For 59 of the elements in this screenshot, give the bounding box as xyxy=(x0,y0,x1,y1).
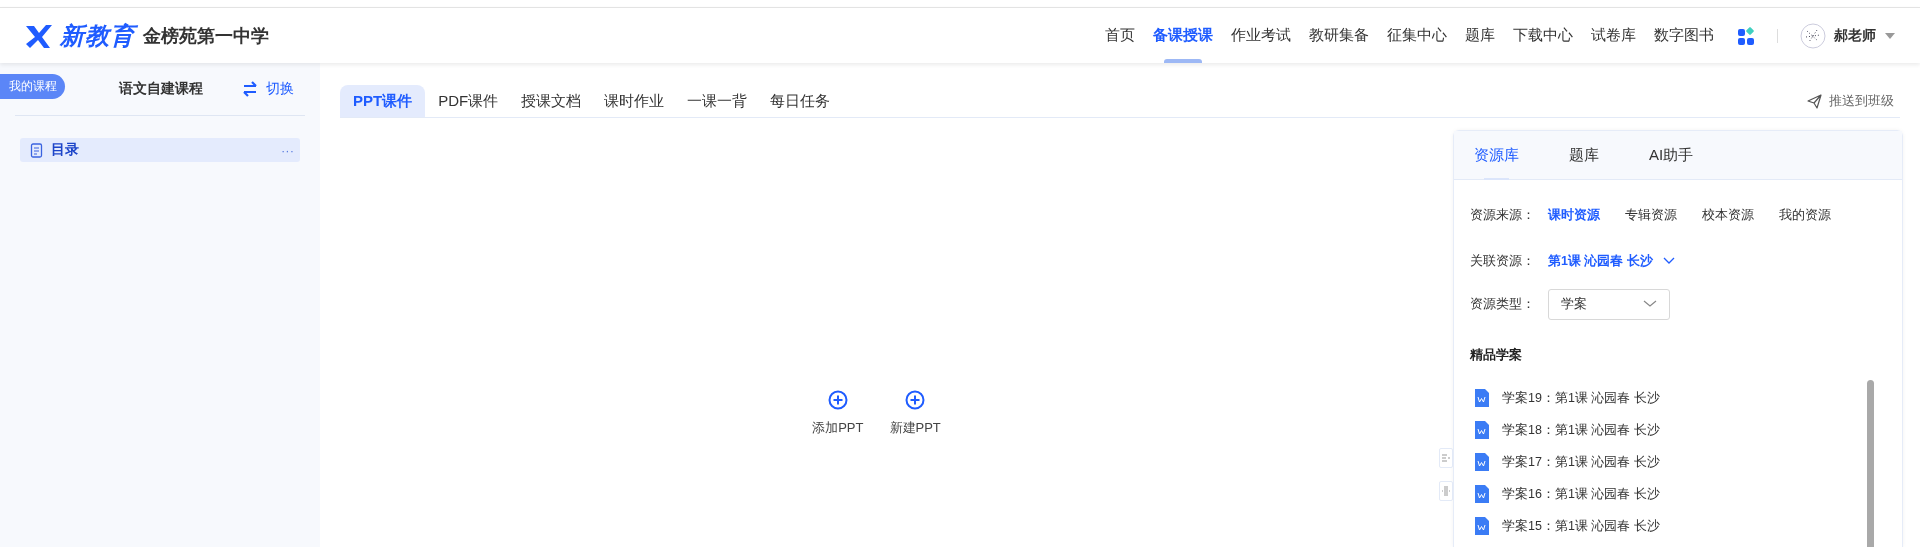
source-option[interactable]: 校本资源 xyxy=(1702,206,1754,224)
avatar-icon[interactable] xyxy=(1800,22,1826,49)
switch-button[interactable]: 切换 xyxy=(236,79,300,99)
nav-link[interactable]: 备课授课 xyxy=(1144,8,1222,63)
content-tab[interactable]: 授课文档 xyxy=(511,85,592,117)
content-tab[interactable]: PDF课件 xyxy=(428,85,509,117)
add-ppt-button[interactable]: 新建PPT xyxy=(889,390,941,438)
resource-item[interactable]: 学案18：第1课 沁园春 长沙 xyxy=(1470,414,1902,446)
content-tab[interactable]: PPT课件 xyxy=(340,85,426,117)
apps-icon[interactable] xyxy=(1737,25,1755,46)
panel-tab[interactable]: AI助手 xyxy=(1649,131,1694,179)
nav-link[interactable]: 数字图书 xyxy=(1645,8,1723,63)
related-lesson-dropdown[interactable]: 第1课 沁园春 长沙 xyxy=(1548,252,1675,270)
source-option[interactable]: 我的资源 xyxy=(1779,206,1831,224)
field-label: 资源来源： xyxy=(1470,206,1536,224)
source-option[interactable]: 课时资源 xyxy=(1548,206,1600,224)
panel-tab[interactable]: 题库 xyxy=(1569,131,1599,179)
resource-item[interactable]: 学案17：第1课 沁园春 长沙 xyxy=(1470,446,1902,478)
panel-tab[interactable]: 资源库 xyxy=(1474,131,1519,179)
chevron-down-icon xyxy=(1662,257,1675,265)
push-to-class-button[interactable]: 推送到班级 xyxy=(1801,91,1900,111)
plus-circle-icon xyxy=(827,390,848,410)
nav-link[interactable]: 教研集备 xyxy=(1300,8,1378,63)
school-name: 金榜苑第一中学 xyxy=(143,24,269,48)
field-label: 关联资源： xyxy=(1470,252,1536,270)
section-title: 精品学案 xyxy=(1470,346,1523,364)
nav-link[interactable]: 题库 xyxy=(1456,8,1504,63)
send-icon xyxy=(1807,93,1822,109)
chevron-down-icon xyxy=(1643,300,1657,308)
nav-link[interactable]: 作业考试 xyxy=(1222,8,1300,63)
word-file-icon xyxy=(1474,453,1490,471)
word-file-icon xyxy=(1474,517,1490,535)
word-file-icon xyxy=(1474,421,1490,439)
add-ppt-button[interactable]: 添加PPT xyxy=(812,390,864,438)
nav-link[interactable]: 首页 xyxy=(1096,8,1144,63)
field-label: 资源类型： xyxy=(1470,295,1536,313)
catalog-item[interactable]: 目录 ··· xyxy=(20,138,300,162)
nav-link[interactable]: 征集中心 xyxy=(1378,8,1456,63)
nav-link[interactable]: 试卷库 xyxy=(1582,8,1645,63)
content-tab[interactable]: 每日任务 xyxy=(760,85,841,117)
nav-link[interactable]: 下载中心 xyxy=(1504,8,1582,63)
source-option[interactable]: 专辑资源 xyxy=(1625,206,1677,224)
align-tool-icon[interactable] xyxy=(1439,448,1453,468)
content-tab[interactable]: 课时作业 xyxy=(594,85,675,117)
resource-item[interactable]: 学案15：第1课 沁园春 长沙 xyxy=(1470,510,1902,542)
plus-circle-icon xyxy=(905,390,926,410)
type-select[interactable]: 学案 xyxy=(1548,288,1670,320)
catalog-label: 目录 xyxy=(51,141,80,159)
resource-item[interactable]: 学案19：第1课 沁园春 长沙 xyxy=(1470,382,1902,414)
split-tool-icon[interactable] xyxy=(1439,481,1453,501)
swap-icon xyxy=(242,81,258,97)
course-title: 语文自建课程 xyxy=(119,80,204,98)
word-file-icon xyxy=(1474,485,1490,503)
resource-item[interactable]: 学案16：第1课 沁园春 长沙 xyxy=(1470,478,1902,510)
content-tab[interactable]: 一课一背 xyxy=(677,85,758,117)
user-name[interactable]: 郝老师 xyxy=(1834,26,1876,45)
word-file-icon xyxy=(1474,389,1490,407)
caret-icon[interactable] xyxy=(1884,31,1896,40)
document-icon xyxy=(30,142,43,158)
